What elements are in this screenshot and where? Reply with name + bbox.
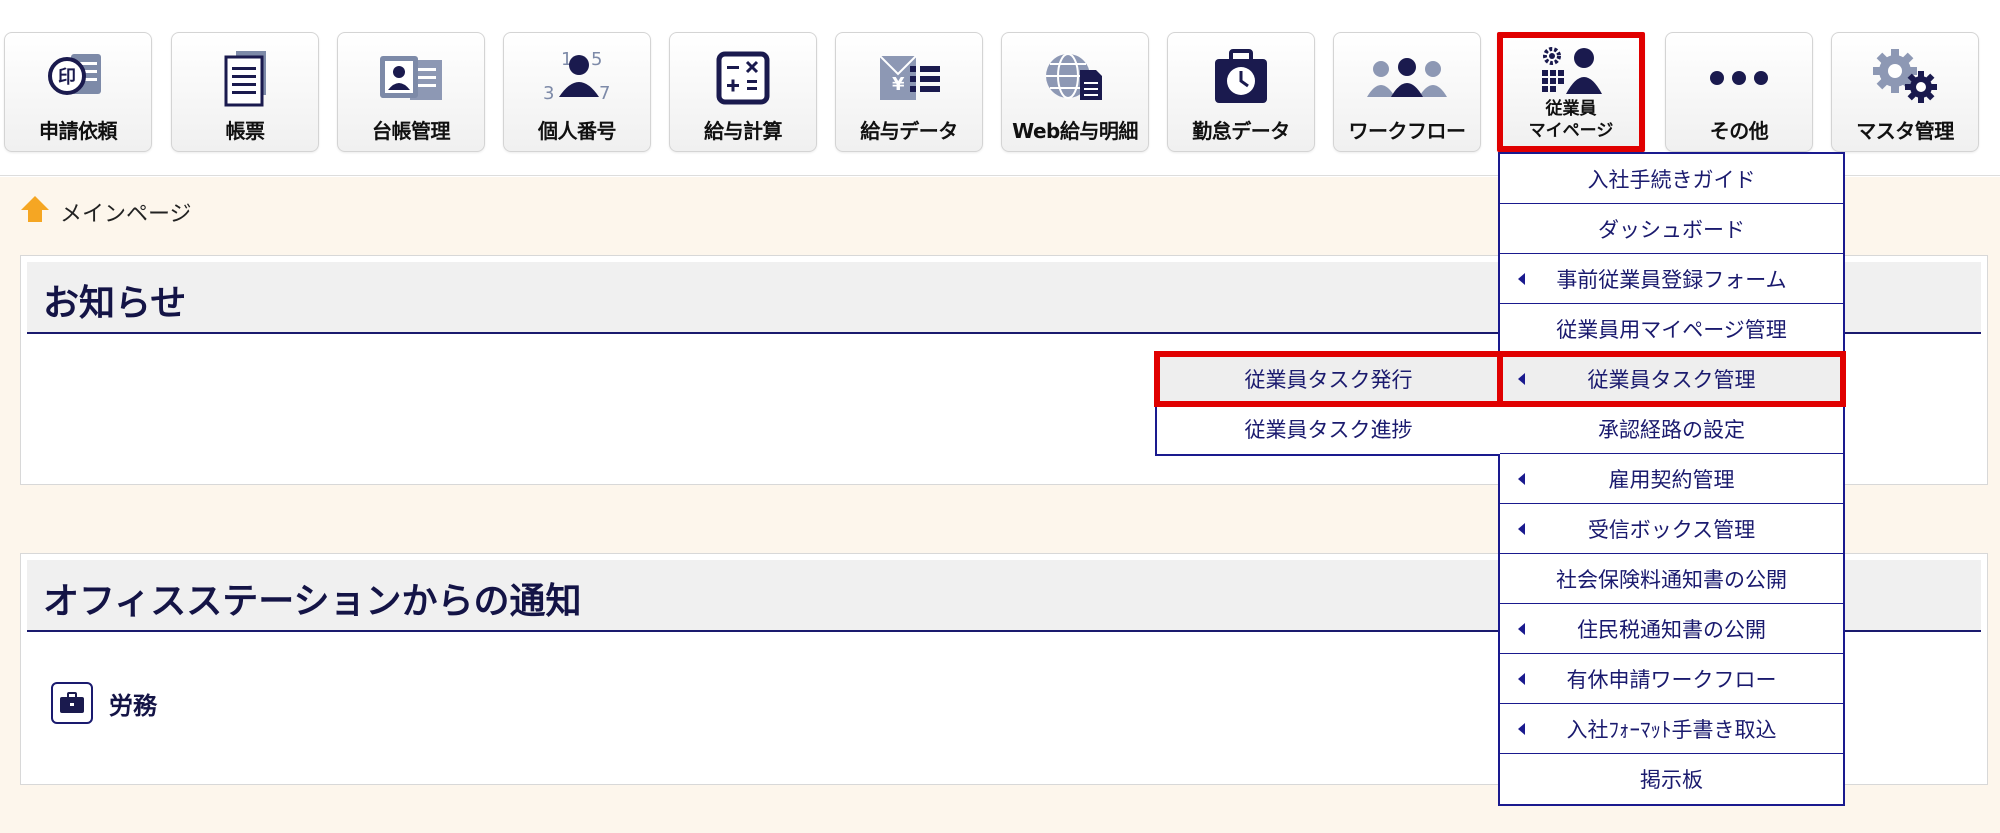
labor-category-label: 労務 bbox=[109, 691, 157, 720]
toolbar-button-forms[interactable]: 帳票 bbox=[171, 32, 319, 152]
toolbar-button-attendance[interactable]: 勤怠データ bbox=[1167, 32, 1315, 152]
svg-text:5: 5 bbox=[591, 49, 602, 70]
breadcrumb-current: メインページ bbox=[60, 202, 192, 227]
submenu-item-task-issue[interactable]: 従業員タスク発行 bbox=[1154, 351, 1503, 407]
submenu-arrow-icon bbox=[1518, 472, 1525, 485]
submenu-item-label: 従業員タスク進捗 bbox=[1244, 418, 1413, 442]
personal-number-icon: 1 5 3 7 bbox=[504, 47, 650, 109]
toolbar-button-label-line1: 従業員 bbox=[1545, 99, 1597, 119]
menu-item-employment-contract[interactable]: 雇用契約管理 bbox=[1500, 454, 1843, 504]
ledger-icon bbox=[338, 47, 484, 109]
document-icon bbox=[172, 47, 318, 109]
menu-item-handwritten-import[interactable]: 入社ﾌｫｰﾏｯﾄ手書き取込 bbox=[1500, 704, 1843, 754]
toolbar-button-label: 給与データ bbox=[860, 119, 958, 143]
main-toolbar: 印 申請依頼 帳票 台帳管理 1 5 3 7 個人番号 給与計算 ¥ 給与データ… bbox=[0, 0, 2000, 176]
home-icon[interactable] bbox=[20, 195, 50, 229]
menu-item-label: 従業員用マイページ管理 bbox=[1556, 317, 1787, 342]
toolbar-button-label: 従業員 マイページ bbox=[1503, 98, 1639, 142]
employee-mypage-icon bbox=[1503, 46, 1639, 98]
menu-item-dashboard[interactable]: ダッシュボード bbox=[1500, 204, 1843, 254]
office-station-title: オフィスステーションからの通知 bbox=[43, 581, 582, 622]
toolbar-button-label: ワークフロー bbox=[1348, 119, 1467, 143]
calculator-icon bbox=[670, 47, 816, 109]
submenu-arrow-icon bbox=[1518, 522, 1525, 535]
menu-item-onboarding-guide[interactable]: 入社手続きガイド bbox=[1500, 154, 1843, 204]
toolbar-button-label: Web給与明細 bbox=[1012, 119, 1138, 143]
menu-item-task-management[interactable]: 従業員タスク管理 bbox=[1497, 351, 1846, 407]
toolbar-button-label: 申請依頼 bbox=[39, 119, 118, 143]
menu-item-label: 受信ボックス管理 bbox=[1587, 517, 1756, 542]
menu-item-label: 住民税通知書の公開 bbox=[1577, 617, 1766, 642]
briefcase-icon bbox=[51, 682, 93, 724]
toolbar-button-salary-data[interactable]: ¥ 給与データ bbox=[835, 32, 983, 152]
menu-item-label: 有休申請ワークフロー bbox=[1566, 667, 1777, 692]
svg-text:印: 印 bbox=[58, 67, 76, 88]
task-management-submenu: 従業員タスク発行 従業員タスク進捗 bbox=[1154, 351, 1503, 456]
svg-text:3: 3 bbox=[543, 83, 554, 104]
menu-item-label: 従業員タスク管理 bbox=[1587, 367, 1756, 392]
submenu-arrow-icon bbox=[1518, 622, 1525, 635]
menu-item-approval-route[interactable]: 承認経路の設定 bbox=[1500, 404, 1843, 454]
workflow-icon bbox=[1334, 47, 1480, 109]
toolbar-button-label: 個人番号 bbox=[538, 119, 617, 143]
menu-item-label: 雇用契約管理 bbox=[1608, 467, 1735, 492]
submenu-item-task-progress[interactable]: 従業員タスク進捗 bbox=[1157, 404, 1500, 454]
svg-text:¥: ¥ bbox=[892, 74, 905, 95]
salary-data-icon: ¥ bbox=[836, 47, 982, 109]
notices-title: お知らせ bbox=[43, 283, 187, 324]
labor-category[interactable]: 労務 bbox=[51, 682, 157, 724]
toolbar-button-label: その他 bbox=[1709, 119, 1769, 143]
toolbar-button-payroll-calc[interactable]: 給与計算 bbox=[669, 32, 817, 152]
stamp-icon: 印 bbox=[5, 47, 151, 109]
toolbar-button-label: 給与計算 bbox=[704, 119, 783, 143]
toolbar-button-ledger[interactable]: 台帳管理 bbox=[337, 32, 485, 152]
employee-mypage-menu: 入社手続きガイド ダッシュボード 事前従業員登録フォーム 従業員用マイページ管理… bbox=[1497, 152, 1846, 806]
toolbar-button-label-line2: マイページ bbox=[1528, 121, 1614, 141]
menu-item-label: 承認経路の設定 bbox=[1598, 417, 1745, 442]
menu-item-inbox-management[interactable]: 受信ボックス管理 bbox=[1500, 504, 1843, 554]
menu-item-pre-registration-form[interactable]: 事前従業員登録フォーム bbox=[1500, 254, 1843, 304]
menu-item-paid-leave-workflow[interactable]: 有休申請ワークフロー bbox=[1500, 654, 1843, 704]
menu-item-label: 掲示板 bbox=[1640, 768, 1703, 792]
more-icon bbox=[1666, 47, 1812, 109]
toolbar-button-personal-number[interactable]: 1 5 3 7 個人番号 bbox=[503, 32, 651, 152]
menu-item-bulletin-board[interactable]: 掲示板 bbox=[1500, 754, 1843, 804]
attendance-icon bbox=[1168, 47, 1314, 109]
menu-item-label: 入社ﾌｫｰﾏｯﾄ手書き取込 bbox=[1566, 717, 1777, 742]
submenu-arrow-icon bbox=[1518, 372, 1525, 385]
menu-item-resident-tax-notice[interactable]: 住民税通知書の公開 bbox=[1500, 604, 1843, 654]
toolbar-button-label: 帳票 bbox=[225, 119, 266, 143]
web-payslip-icon bbox=[1002, 47, 1148, 109]
toolbar-button-label: 台帳管理 bbox=[372, 119, 451, 143]
menu-item-mypage-management[interactable]: 従業員用マイページ管理 bbox=[1500, 304, 1843, 354]
toolbar-button-master-settings[interactable]: マスタ管理 bbox=[1831, 32, 1979, 152]
menu-item-label: 入社手続きガイド bbox=[1587, 167, 1756, 192]
menu-item-social-insurance-notice[interactable]: 社会保険料通知書の公開 bbox=[1500, 554, 1843, 604]
submenu-arrow-icon bbox=[1518, 272, 1525, 285]
submenu-arrow-icon bbox=[1518, 672, 1525, 685]
submenu-item-label: 従業員タスク発行 bbox=[1244, 367, 1413, 392]
toolbar-button-label: 勤怠データ bbox=[1192, 119, 1290, 143]
toolbar-button-other[interactable]: その他 bbox=[1665, 32, 1813, 152]
toolbar-button-workflow[interactable]: ワークフロー bbox=[1333, 32, 1481, 152]
menu-item-label: 事前従業員登録フォーム bbox=[1556, 267, 1787, 292]
toolbar-button-employee-mypage[interactable]: 従業員 マイページ bbox=[1497, 32, 1645, 152]
breadcrumb: メインページ bbox=[20, 195, 192, 229]
toolbar-button-application[interactable]: 印 申請依頼 bbox=[4, 32, 152, 152]
svg-text:7: 7 bbox=[599, 83, 610, 104]
submenu-arrow-icon bbox=[1518, 722, 1525, 735]
menu-item-label: ダッシュボード bbox=[1598, 217, 1745, 242]
master-settings-icon bbox=[1832, 47, 1978, 109]
toolbar-button-web-payslip[interactable]: Web給与明細 bbox=[1001, 32, 1149, 152]
toolbar-button-label: マスタ管理 bbox=[1856, 119, 1954, 143]
menu-item-label: 社会保険料通知書の公開 bbox=[1556, 567, 1787, 592]
